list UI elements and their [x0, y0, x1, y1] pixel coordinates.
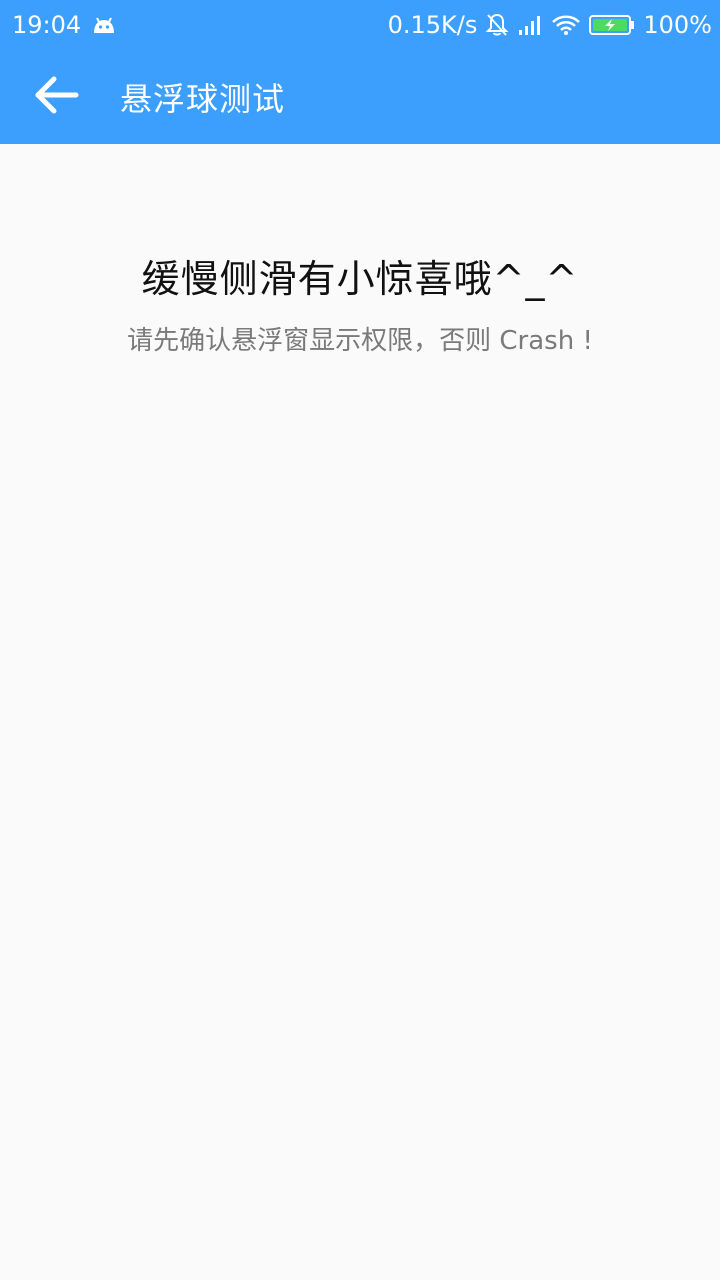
arrow-left-icon [32, 75, 80, 119]
status-left: 19:04 [12, 11, 117, 39]
signal-icon [517, 14, 543, 36]
net-speed: 0.15K/s [387, 11, 478, 39]
bell-off-icon [485, 12, 509, 38]
page-title: 悬浮球测试 [120, 80, 286, 118]
back-button[interactable] [24, 65, 88, 129]
battery-charging-icon [589, 14, 635, 36]
status-time: 19:04 [12, 11, 82, 39]
hint-headline: 缓慢侧滑有小惊喜哦^_^ [141, 257, 579, 301]
status-right: 0.15K/s 100% [388, 11, 712, 39]
app-bar: 悬浮球测试 [0, 50, 720, 144]
battery-percent: 100% [643, 11, 712, 39]
wifi-icon [551, 14, 581, 36]
main-content: 缓慢侧滑有小惊喜哦^_^ 请先确认悬浮窗显示权限，否则 Crash ! [0, 144, 720, 1280]
android-icon [91, 15, 117, 35]
status-bar: 19:04 0.15K/s 100% [0, 0, 720, 50]
permission-warning: 请先确认悬浮窗显示权限，否则 Crash ! [127, 326, 593, 356]
